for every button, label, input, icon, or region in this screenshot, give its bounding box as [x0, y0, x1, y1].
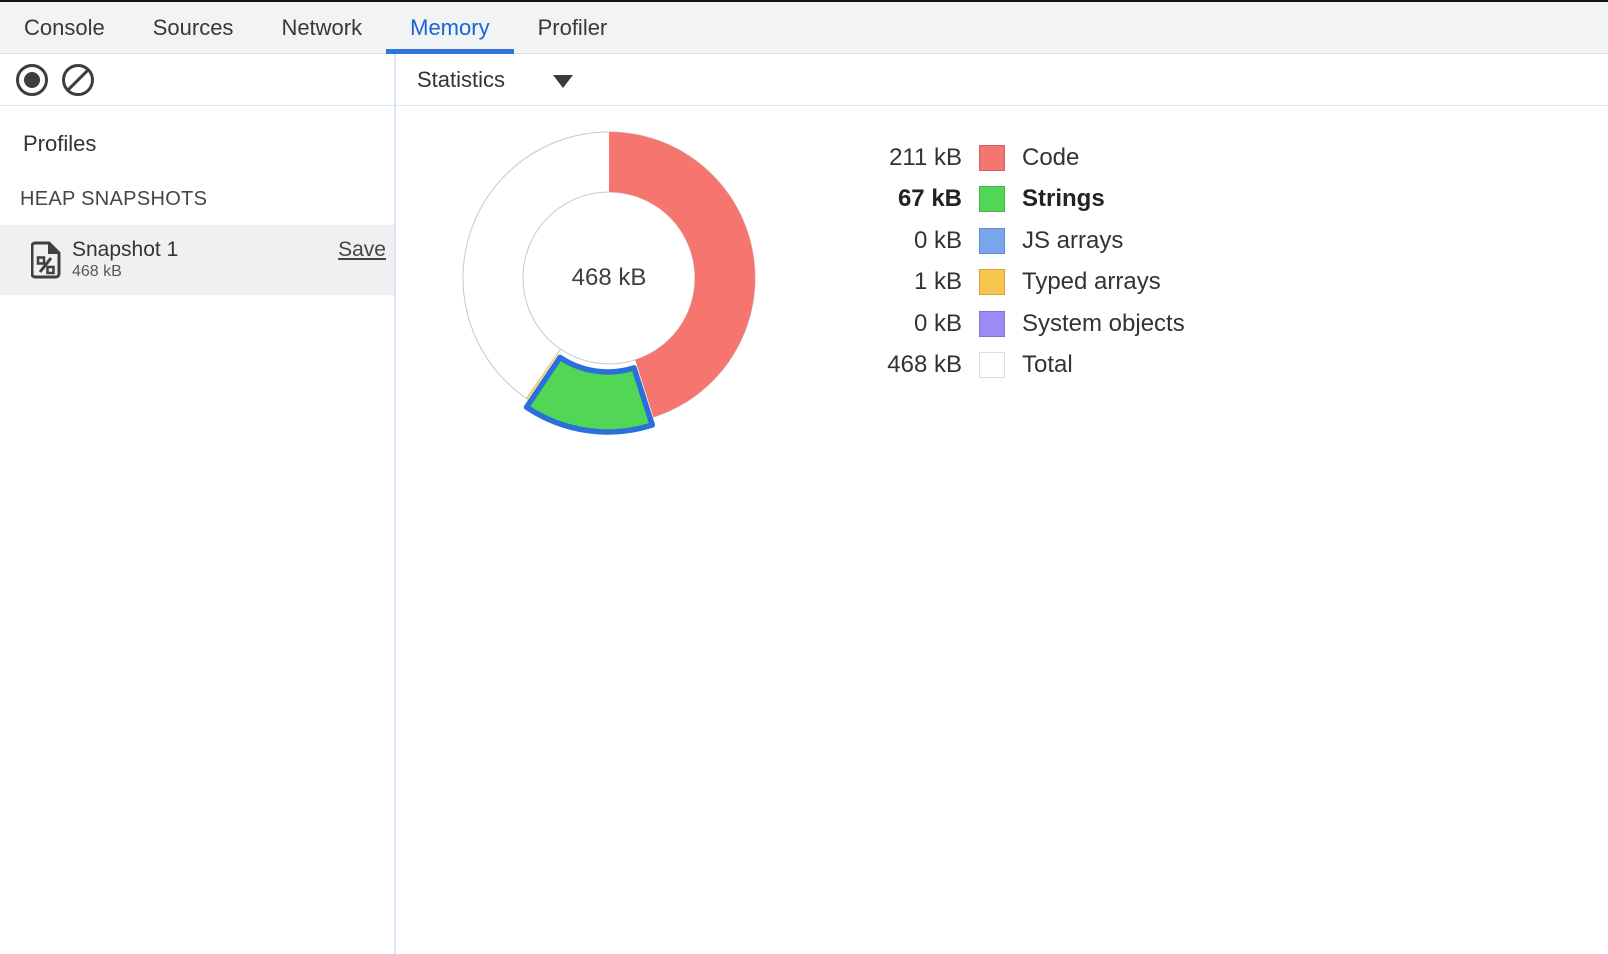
perspective-select[interactable]: Statistics: [417, 67, 573, 93]
legend-row-typed-arrays: 1 kB Typed arrays: [840, 262, 1185, 304]
main-tab-bar: Console Sources Network Memory Profiler: [0, 2, 1608, 54]
legend-swatch-strings: [979, 186, 1005, 212]
save-snapshot-link[interactable]: Save: [338, 238, 386, 262]
legend-label-code: Code: [1022, 144, 1079, 172]
legend-label-total: Total: [1022, 351, 1073, 379]
snapshot-title: Snapshot 1: [72, 238, 178, 262]
profiles-toolbar: [0, 54, 394, 106]
legend-size-js-arrays: 0 kB: [840, 227, 962, 255]
profiles-title: Profiles: [23, 131, 96, 157]
tab-profiler[interactable]: Profiler: [514, 2, 632, 53]
chart-legend: 211 kB Code 67 kB Strings 0 kB JS arrays 1 kB T…: [840, 137, 1185, 386]
legend-row-code: 211 kB Code: [840, 137, 1185, 179]
legend-swatch-total: [979, 352, 1005, 378]
tab-network[interactable]: Network: [257, 2, 386, 53]
chevron-down-icon: [553, 75, 573, 88]
legend-label-typed-arrays: Typed arrays: [1022, 268, 1161, 296]
statistics-panel: 468 kB 211 kB Code 67 kB Strings 0 kB JS arra…: [396, 107, 1608, 954]
legend-swatch-system-objects: [979, 311, 1005, 337]
legend-swatch-typed-arrays: [979, 269, 1005, 295]
donut-outline: [523, 192, 695, 364]
heap-snapshot-document-icon: [31, 241, 61, 279]
legend-row-system-objects: 0 kB System objects: [840, 303, 1185, 345]
record-heap-snapshot-button[interactable]: [14, 62, 50, 98]
legend-row-js-arrays: 0 kB JS arrays: [840, 220, 1185, 262]
legend-label-js-arrays: JS arrays: [1022, 227, 1123, 255]
snapshot-size: 468 kB: [72, 263, 122, 281]
perspective-select-label: Statistics: [417, 67, 505, 93]
legend-label-strings: Strings: [1022, 185, 1105, 213]
tab-sources[interactable]: Sources: [129, 2, 258, 53]
legend-swatch-js-arrays: [979, 228, 1005, 254]
clear-icon: [60, 62, 96, 98]
clear-profiles-button[interactable]: [60, 62, 96, 98]
record-icon: [14, 62, 50, 98]
view-toolbar: Statistics: [396, 54, 1608, 106]
legend-row-total: 468 kB Total: [840, 345, 1185, 387]
legend-size-strings: 67 kB: [840, 185, 962, 213]
tab-console[interactable]: Console: [0, 2, 129, 53]
legend-row-strings: 67 kB Strings: [840, 179, 1185, 221]
tab-memory[interactable]: Memory: [386, 2, 513, 53]
legend-swatch-code: [979, 145, 1005, 171]
legend-size-typed-arrays: 1 kB: [840, 268, 962, 296]
heap-snapshots-section-title: HEAP SNAPSHOTS: [20, 188, 207, 211]
snapshot-list-item[interactable]: Snapshot 1 468 kB Save: [0, 225, 394, 295]
legend-size-system-objects: 0 kB: [840, 310, 962, 338]
legend-size-code: 211 kB: [840, 144, 962, 172]
legend-size-total: 468 kB: [840, 351, 962, 379]
profiles-sidebar: Profiles HEAP SNAPSHOTS Snapshot 1 468 k…: [0, 107, 394, 954]
devtools-window: Console Sources Network Memory Profiler …: [0, 0, 1608, 954]
donut-slice-strings[interactable]: [527, 357, 653, 432]
heap-donut-chart: [449, 118, 769, 438]
legend-label-system-objects: System objects: [1022, 310, 1185, 338]
